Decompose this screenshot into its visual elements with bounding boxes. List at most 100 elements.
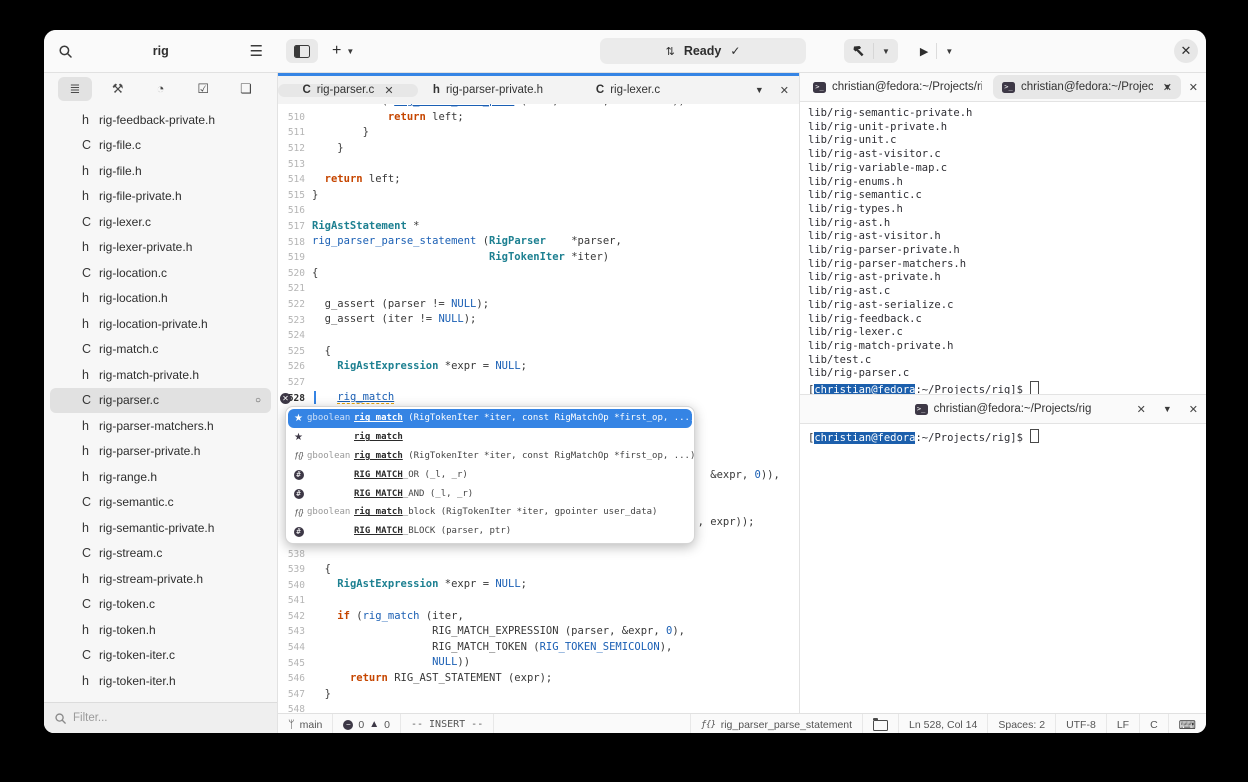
language-setting[interactable]: C	[1139, 714, 1168, 733]
completion-item[interactable]: # RIG_MATCH_OR (_l, _r)	[288, 465, 692, 484]
cursor-position[interactable]: Ln 528, Col 14	[898, 714, 987, 733]
file-row[interactable]: Crig-stream.c	[50, 541, 271, 567]
filter-bar[interactable]: Filter...	[44, 702, 277, 733]
file-row[interactable]: h rig-parser-private.h	[50, 439, 271, 465]
file-row[interactable]: h rig-parser-matchers.h	[50, 413, 271, 439]
hammer-icon[interactable]	[844, 43, 873, 59]
code-line[interactable]: 548	[278, 702, 799, 713]
code-line[interactable]: 524	[278, 328, 799, 344]
terminal2-frame-close-icon[interactable]: ✕	[1189, 403, 1198, 416]
terminal-frame-close-icon[interactable]: ✕	[1189, 81, 1198, 94]
code-line[interactable]: 516	[278, 203, 799, 219]
code-line[interactable]: 525 {	[278, 344, 799, 360]
editor-tab[interactable]: Crig-lexer.c	[558, 84, 698, 96]
file-row[interactable]: h rig-match-private.h	[50, 362, 271, 388]
completion-item[interactable]: ƒ{} gboolean rig_match (RigTokenIter *iter…	[288, 447, 695, 466]
completion-item[interactable]: ★ gboolean rig_match (RigTokenIter *iter, …	[288, 409, 695, 428]
panel-toggle-button[interactable]	[286, 39, 318, 63]
editor-tab[interactable]: Crig-parser.c ✕	[278, 83, 418, 97]
code-line[interactable]: 546 return RIG_AST_STATEMENT (expr);	[278, 671, 799, 687]
file-row[interactable]: Crig-token.c	[50, 592, 271, 618]
tab-build[interactable]: ⚒	[101, 77, 135, 101]
terminal-tab[interactable]: >_ christian@fedora:~/Projects/rig	[804, 75, 991, 99]
code-line[interactable]: 544 RIG_MATCH_TOKEN (RIG_TOKEN_SEMICOLON…	[278, 640, 799, 656]
search-icon[interactable]	[59, 44, 72, 58]
code-line[interactable]: 511 }	[278, 125, 799, 141]
encoding-setting[interactable]: UTF-8	[1055, 714, 1106, 733]
file-row[interactable]: Crig-token-iter.c	[50, 643, 271, 669]
code-line[interactable]: 539 {	[278, 562, 799, 578]
code-line[interactable]: 512 }	[278, 141, 799, 157]
tab-web[interactable]: ◔	[144, 77, 178, 101]
code-line[interactable]: 526 RigAstExpression *expr = NULL;	[278, 359, 799, 375]
code-line[interactable]: 520{	[278, 266, 799, 282]
file-row[interactable]: h rig-token-iter.h	[50, 668, 271, 694]
code-line[interactable]: 519 RigTokenIter *iter)	[278, 250, 799, 266]
terminal2-tab[interactable]: >_ christian@fedora:~/Projects/rig	[914, 403, 1091, 415]
code-line[interactable]: ✕ 528 rig_match	[278, 390, 799, 406]
file-row[interactable]: h rig-file-private.h	[50, 184, 271, 210]
completion-item[interactable]: # RIG_MATCH_AND (_l, _r)	[288, 484, 692, 503]
file-row[interactable]: h rig-stream-private.h	[50, 566, 271, 592]
build-options-chevron-icon[interactable]: ▼	[873, 43, 898, 59]
code-editor[interactable]: 509 if (!rig_token_iter_peek (iter, &tok…	[278, 104, 799, 713]
file-row[interactable]: h rig-location-private.h	[50, 311, 271, 337]
tab-project-tree[interactable]: ≣	[58, 76, 92, 101]
current-symbol[interactable]: ƒ{} rig_parser_parse_statement	[689, 714, 862, 733]
code-line[interactable]: 515}	[278, 188, 799, 204]
file-row[interactable]: Crig-parser.c ○	[50, 387, 271, 413]
frame-close-icon[interactable]: ✕	[780, 84, 789, 97]
code-line[interactable]: 517 RigAstStatement *	[278, 219, 799, 235]
file-row[interactable]: h rig-lexer-private.h	[50, 235, 271, 261]
indentation-setting[interactable]: Spaces: 2	[987, 714, 1055, 733]
terminal2-chevron-icon[interactable]: ▼	[1163, 404, 1172, 414]
file-row[interactable]: h rig-feedback-private.h	[50, 107, 271, 133]
code-line[interactable]: 541	[278, 593, 799, 609]
file-row[interactable]: Crig-file.c	[50, 133, 271, 159]
run-options-chevron-icon[interactable]: ▼	[936, 43, 961, 59]
file-row[interactable]: h rig-file.h	[50, 158, 271, 184]
keyboard-button[interactable]: ⌨	[1167, 714, 1206, 733]
file-row[interactable]: Crig-match.c	[50, 337, 271, 363]
code-line[interactable]: 518 rig_parser_parse_statement (RigParser…	[278, 234, 799, 250]
branch-indicator[interactable]: ᛘ main	[278, 714, 334, 733]
code-line[interactable]: 527	[278, 375, 799, 391]
completion-item[interactable]: # RIG_MATCH_BLOCK (parser, ptr)	[288, 522, 692, 541]
window-close-button[interactable]: ✕	[1174, 39, 1198, 63]
file-row[interactable]: Crig-lexer.c	[50, 209, 271, 235]
completion-item[interactable]: ƒ{} gboolean rig_match_block (RigTokenIter…	[288, 503, 692, 522]
tab-list-chevron-icon[interactable]: ▼	[755, 85, 764, 95]
completion-item[interactable]: ★ rig_match	[288, 428, 692, 447]
tab-todo[interactable]: ☑	[186, 77, 220, 101]
run-icon[interactable]: ▶	[912, 43, 936, 59]
file-row[interactable]: Crig-location.c	[50, 260, 271, 286]
build-button[interactable]: ▼	[844, 39, 898, 63]
terminal-tab-list-chevron-icon[interactable]: ▼	[1163, 82, 1172, 92]
tab-close-icon[interactable]: ✕	[384, 84, 393, 97]
code-line[interactable]: 522 g_assert (parser != NULL);	[278, 297, 799, 313]
code-line[interactable]: 513	[278, 156, 799, 172]
eol-setting[interactable]: LF	[1105, 714, 1139, 733]
new-tab-button[interactable]: + ▼	[332, 39, 354, 63]
code-line[interactable]: 510 return left;	[278, 110, 799, 126]
terminal-pane-bottom[interactable]: [christian@fedora:~/Projects/rig]$	[800, 424, 1206, 713]
terminal2-tab-close-icon[interactable]: ✕	[1137, 403, 1146, 416]
code-line[interactable]: 523 g_assert (iter != NULL);	[278, 312, 799, 328]
code-line[interactable]: 538	[278, 546, 799, 562]
terminal-pane-top[interactable]: lib/rig-semantic-private.h lib/rig-unit-p…	[800, 102, 1206, 394]
code-line[interactable]: 542 if (rig_match (iter,	[278, 609, 799, 625]
tab-documentation[interactable]: ❏	[229, 77, 263, 101]
code-line[interactable]: 545 NULL))	[278, 655, 799, 671]
menu-icon[interactable]: ☰	[250, 42, 263, 60]
file-row[interactable]: h rig-token.h	[50, 617, 271, 643]
terminal-tab[interactable]: >_ christian@fedora:~/Projects ✕	[993, 75, 1181, 99]
code-line[interactable]: 521	[278, 281, 799, 297]
file-row[interactable]: h rig-location.h	[50, 286, 271, 312]
code-line[interactable]: 547 }	[278, 687, 799, 703]
omnibar-button[interactable]: ⇅ Ready ✓	[600, 38, 806, 64]
file-row[interactable]: h rig-semantic-private.h	[50, 515, 271, 541]
file-row[interactable]: Crig-semantic.c	[50, 490, 271, 516]
code-line[interactable]: 540 RigAstExpression *expr = NULL;	[278, 577, 799, 593]
file-row[interactable]: h rig-range.h	[50, 464, 271, 490]
code-line[interactable]: 543 RIG_MATCH_EXPRESSION (parser, &expr,…	[278, 624, 799, 640]
